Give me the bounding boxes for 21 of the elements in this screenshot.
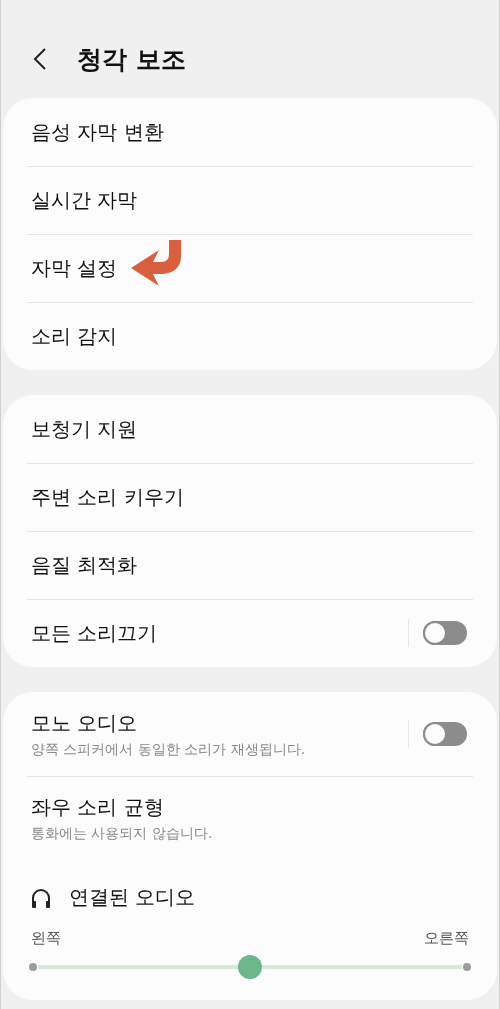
right-label: 오른쪽 bbox=[424, 929, 469, 948]
left-label: 왼쪽 bbox=[31, 929, 61, 948]
setting-label[interactable]: 실시간 자막 bbox=[31, 186, 467, 214]
setting-label[interactable]: 보청기 지원 bbox=[31, 415, 467, 443]
setting-label[interactable]: 모노 오디오 bbox=[31, 709, 408, 737]
setting-label[interactable]: 주변 소리 키우기 bbox=[31, 483, 467, 511]
setting-label[interactable]: 좌우 소리 균형 bbox=[31, 793, 467, 821]
setting-label[interactable]: 소리 감지 bbox=[31, 322, 467, 350]
page-title: 청각 보조 bbox=[77, 43, 186, 76]
section-title: 연결된 오디오 bbox=[69, 884, 196, 911]
setting-label[interactable]: 모든 소리끄기 bbox=[31, 619, 408, 647]
setting-label[interactable]: 음성 자막 변환 bbox=[31, 118, 467, 146]
toggle-switch[interactable] bbox=[423, 621, 467, 645]
slider-thumb[interactable] bbox=[238, 955, 262, 979]
setting-description: 양쪽 스피커에서 동일한 소리가 재생됩니다. bbox=[31, 740, 307, 759]
back-icon[interactable] bbox=[33, 47, 47, 71]
setting-description: 통화에는 사용되지 않습니다. bbox=[31, 824, 214, 843]
headphones-icon bbox=[31, 886, 51, 909]
setting-label[interactable]: 음질 최적화 bbox=[31, 551, 467, 579]
setting-label[interactable]: 자막 설정 bbox=[31, 254, 467, 282]
toggle-switch[interactable] bbox=[423, 722, 467, 746]
